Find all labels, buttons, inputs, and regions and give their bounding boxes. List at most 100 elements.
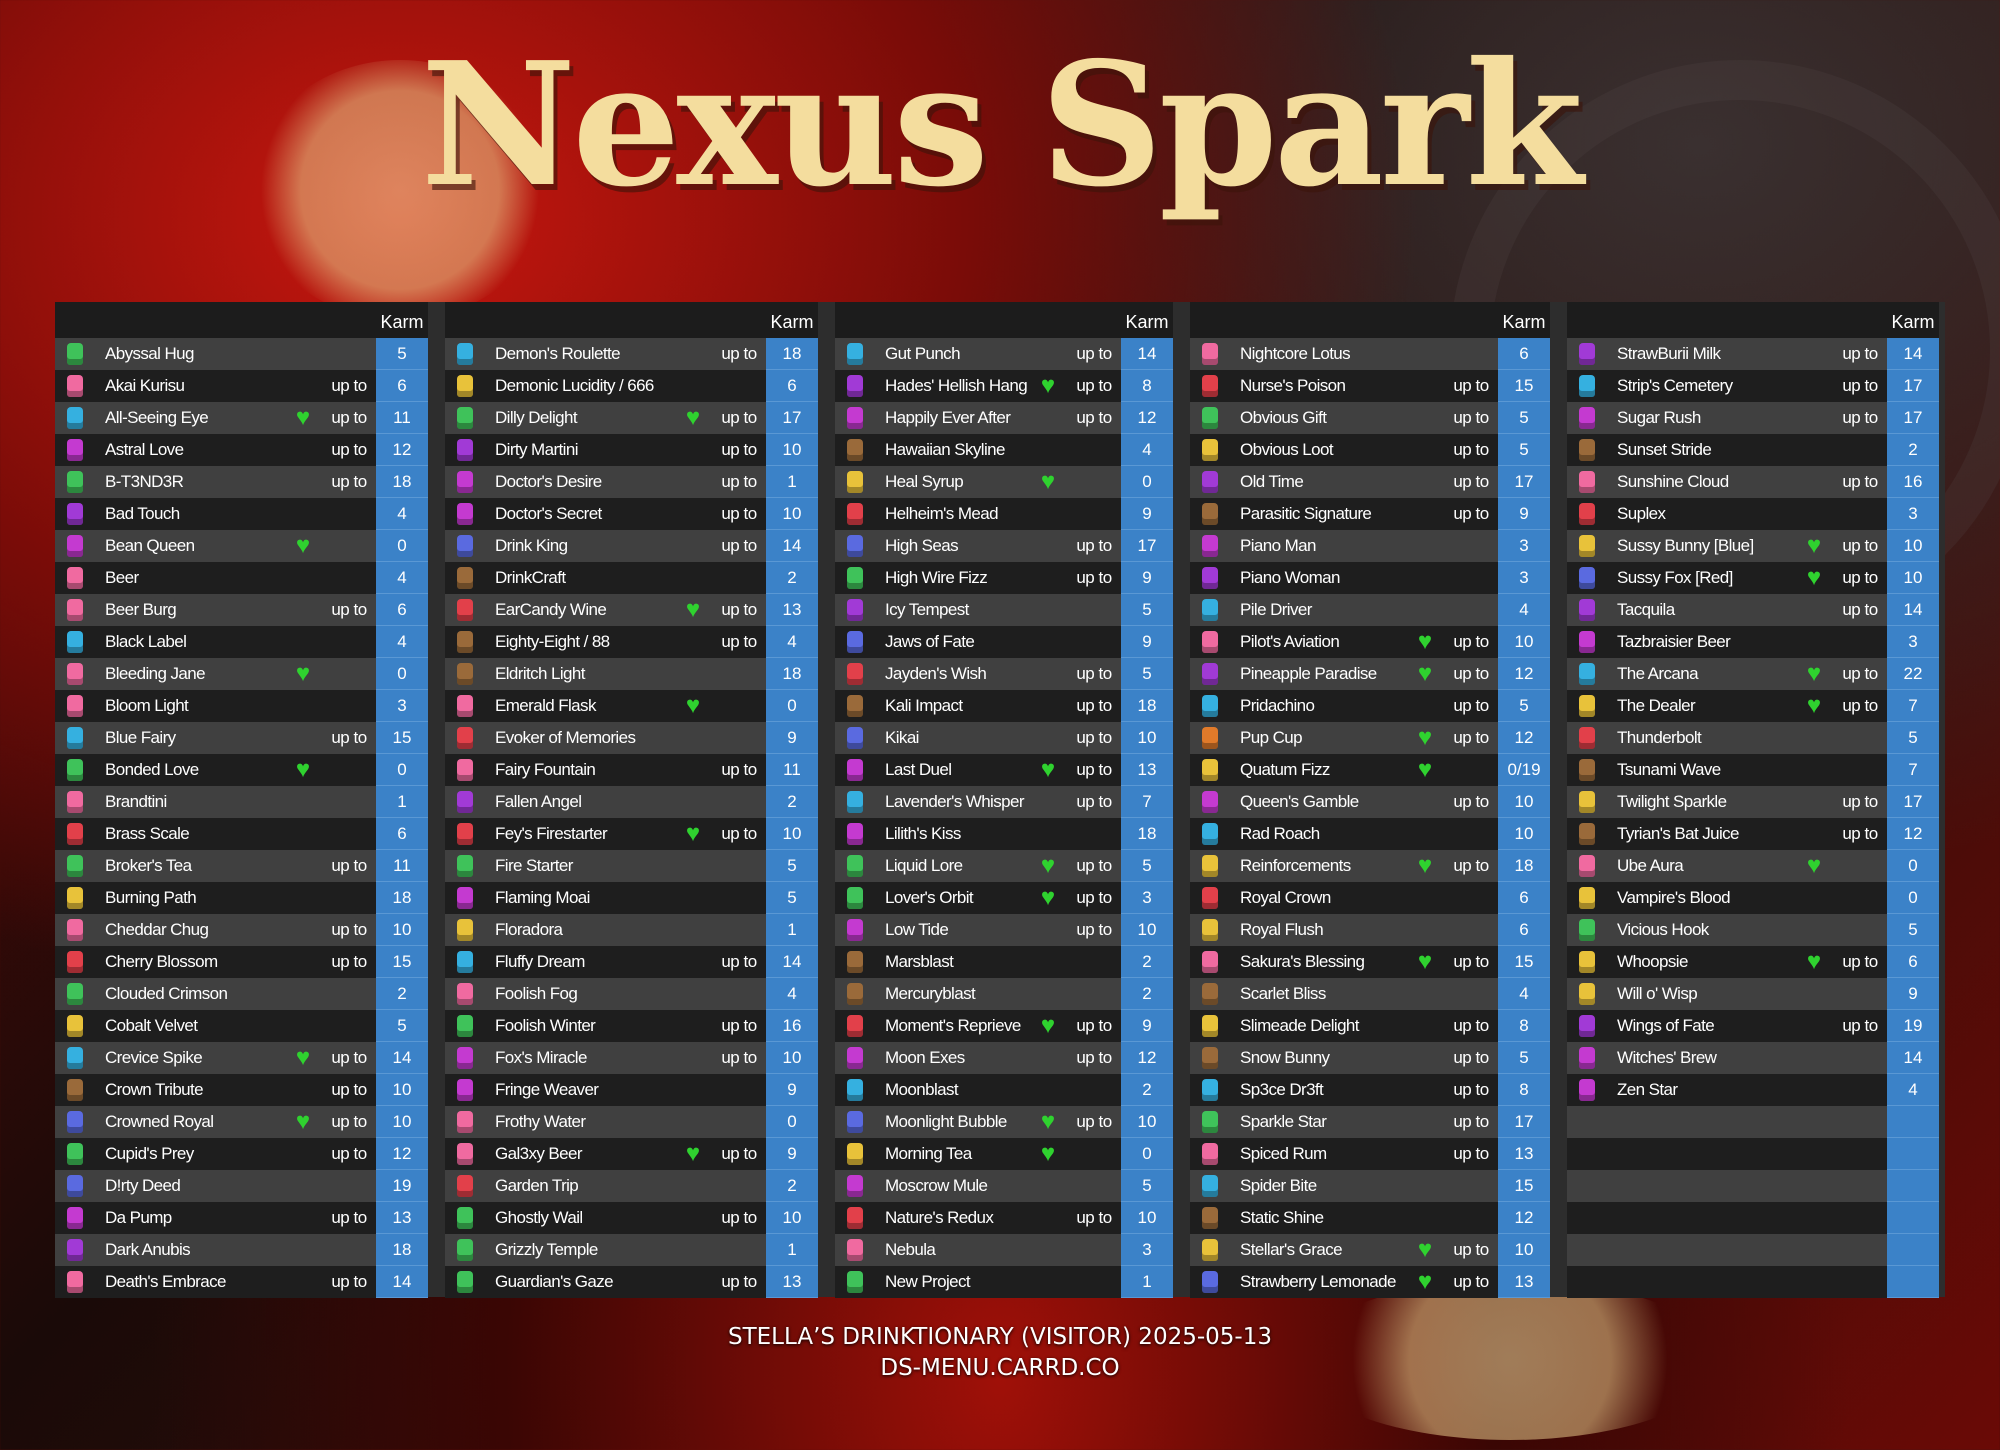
drink-row[interactable]: Zen Star 4 — [1567, 1074, 1939, 1106]
drink-row[interactable]: D!rty Deed 19 — [55, 1170, 428, 1202]
drink-row[interactable]: Wings of Fate up to 19 — [1567, 1010, 1939, 1042]
drink-row[interactable]: All-Seeing Eye ♥ up to 11 — [55, 402, 428, 434]
drink-row[interactable]: Pridachino up to 5 — [1190, 690, 1550, 722]
drink-row[interactable]: Dilly Delight ♥ up to 17 — [445, 402, 818, 434]
drink-row[interactable]: Witches' Brew 14 — [1567, 1042, 1939, 1074]
drink-row[interactable]: Fallen Angel 2 — [445, 786, 818, 818]
drink-row[interactable]: Suplex 3 — [1567, 498, 1939, 530]
drink-row[interactable]: Astral Love up to 12 — [55, 434, 428, 466]
drink-row[interactable]: Cheddar Chug up to 10 — [55, 914, 428, 946]
drink-row[interactable]: Old Time up to 17 — [1190, 466, 1550, 498]
drink-row[interactable]: Fluffy Dream up to 14 — [445, 946, 818, 978]
drink-row[interactable]: Strip's Cemetery up to 17 — [1567, 370, 1939, 402]
drink-row[interactable]: Flaming Moai 5 — [445, 882, 818, 914]
drink-row[interactable]: Demon's Roulette up to 18 — [445, 338, 818, 370]
drink-row[interactable]: EarCandy Wine ♥ up to 13 — [445, 594, 818, 626]
drink-row[interactable]: Fire Starter 5 — [445, 850, 818, 882]
drink-row[interactable]: Moon Exes up to 12 — [835, 1042, 1173, 1074]
drink-row[interactable]: Strawberry Lemonade ♥ up to 13 — [1190, 1266, 1550, 1298]
drink-row[interactable]: Clouded Crimson 2 — [55, 978, 428, 1010]
drink-row[interactable]: Gal3xy Beer ♥ up to 9 — [445, 1138, 818, 1170]
drink-row[interactable]: Dirty Martini up to 10 — [445, 434, 818, 466]
drink-row[interactable]: Broker's Tea up to 11 — [55, 850, 428, 882]
drink-row[interactable]: Liquid Lore ♥ up to 5 — [835, 850, 1173, 882]
drink-row[interactable]: Queen's Gamble up to 10 — [1190, 786, 1550, 818]
drink-row[interactable]: Brandtini 1 — [55, 786, 428, 818]
drink-row[interactable]: Ghostly Wail up to 10 — [445, 1202, 818, 1234]
drink-row[interactable]: Brass Scale 6 — [55, 818, 428, 850]
drink-row[interactable]: Fairy Fountain up to 11 — [445, 754, 818, 786]
drink-row[interactable]: Garden Trip 2 — [445, 1170, 818, 1202]
drink-row[interactable]: Fey's Firestarter ♥ up to 10 — [445, 818, 818, 850]
drink-row[interactable]: Moment's Reprieve ♥ up to 9 — [835, 1010, 1173, 1042]
drink-row[interactable]: Low Tide up to 10 — [835, 914, 1173, 946]
drink-row[interactable]: Tsunami Wave 7 — [1567, 754, 1939, 786]
drink-row[interactable]: Cupid's Prey up to 12 — [55, 1138, 428, 1170]
drink-row[interactable]: Lavender's Whisper up to 7 — [835, 786, 1173, 818]
drink-row[interactable]: Vicious Hook 5 — [1567, 914, 1939, 946]
drink-row[interactable]: Dark Anubis 18 — [55, 1234, 428, 1266]
drink-row[interactable]: The Arcana ♥ up to 22 — [1567, 658, 1939, 690]
drink-row[interactable]: Lilith's Kiss 18 — [835, 818, 1173, 850]
drink-row[interactable]: Vampire's Blood 0 — [1567, 882, 1939, 914]
drink-row[interactable]: Blue Fairy up to 15 — [55, 722, 428, 754]
drink-row[interactable]: Piano Man 3 — [1190, 530, 1550, 562]
drink-row[interactable]: Sussy Bunny [Blue] ♥ up to 10 — [1567, 530, 1939, 562]
drink-row[interactable]: Kikai up to 10 — [835, 722, 1173, 754]
drink-row[interactable]: Scarlet Bliss 4 — [1190, 978, 1550, 1010]
drink-row[interactable]: Pilot's Aviation ♥ up to 10 — [1190, 626, 1550, 658]
drink-row[interactable]: Stellar's Grace ♥ up to 10 — [1190, 1234, 1550, 1266]
drink-row[interactable]: Emerald Flask ♥ 0 — [445, 690, 818, 722]
drink-row[interactable]: Thunderbolt 5 — [1567, 722, 1939, 754]
drink-row[interactable]: Nightcore Lotus 6 — [1190, 338, 1550, 370]
drink-row[interactable]: Slimeade Delight up to 8 — [1190, 1010, 1550, 1042]
drink-row[interactable]: Nebula 3 — [835, 1234, 1173, 1266]
drink-row[interactable]: Foolish Winter up to 16 — [445, 1010, 818, 1042]
drink-row[interactable]: Reinforcements ♥ up to 18 — [1190, 850, 1550, 882]
drink-row[interactable]: Floradora 1 — [445, 914, 818, 946]
drink-row[interactable]: Hades' Hellish Hang ♥ up to 8 — [835, 370, 1173, 402]
drink-row[interactable]: Grizzly Temple 1 — [445, 1234, 818, 1266]
drink-row[interactable]: Evoker of Memories 9 — [445, 722, 818, 754]
drink-row[interactable]: The Dealer ♥ up to 7 — [1567, 690, 1939, 722]
drink-row[interactable]: Rad Roach 10 — [1190, 818, 1550, 850]
drink-row[interactable]: Twilight Sparkle up to 17 — [1567, 786, 1939, 818]
drink-row[interactable]: B-T3ND3R up to 18 — [55, 466, 428, 498]
drink-row[interactable]: Crevice Spike ♥ up to 14 — [55, 1042, 428, 1074]
drink-row[interactable]: Doctor's Desire up to 1 — [445, 466, 818, 498]
drink-row[interactable]: Pineapple Paradise ♥ up to 12 — [1190, 658, 1550, 690]
drink-row[interactable]: Spiced Rum up to 13 — [1190, 1138, 1550, 1170]
drink-row[interactable]: Obvious Loot up to 5 — [1190, 434, 1550, 466]
drink-row[interactable]: Moonlight Bubble ♥ up to 10 — [835, 1106, 1173, 1138]
footer-url[interactable]: DS-MENU.CARRD.CO — [0, 1353, 2000, 1384]
drink-row[interactable]: Marsblast 2 — [835, 946, 1173, 978]
drink-row[interactable]: Sussy Fox [Red] ♥ up to 10 — [1567, 562, 1939, 594]
drink-row[interactable]: Royal Flush 6 — [1190, 914, 1550, 946]
drink-row[interactable]: Last Duel ♥ up to 13 — [835, 754, 1173, 786]
drink-row[interactable]: Sparkle Star up to 17 — [1190, 1106, 1550, 1138]
drink-row[interactable]: Pup Cup ♥ up to 12 — [1190, 722, 1550, 754]
drink-row[interactable]: Obvious Gift up to 5 — [1190, 402, 1550, 434]
drink-row[interactable]: Abyssal Hug 5 — [55, 338, 428, 370]
drink-row[interactable]: Tyrian's Bat Juice up to 12 — [1567, 818, 1939, 850]
drink-row[interactable]: Will o' Wisp 9 — [1567, 978, 1939, 1010]
drink-row[interactable]: Heal Syrup ♥ 0 — [835, 466, 1173, 498]
drink-row[interactable]: Da Pump up to 13 — [55, 1202, 428, 1234]
drink-row[interactable]: Crown Tribute up to 10 — [55, 1074, 428, 1106]
drink-row[interactable]: Happily Ever After up to 12 — [835, 402, 1173, 434]
drink-row[interactable]: New Project 1 — [835, 1266, 1173, 1298]
drink-row[interactable]: Nature's Redux up to 10 — [835, 1202, 1173, 1234]
drink-row[interactable]: Jaws of Fate 9 — [835, 626, 1173, 658]
drink-row[interactable]: Eighty-Eight / 88 up to 4 — [445, 626, 818, 658]
drink-row[interactable]: High Seas up to 17 — [835, 530, 1173, 562]
drink-row[interactable]: Tacquila up to 14 — [1567, 594, 1939, 626]
drink-row[interactable]: Tazbraisier Beer 3 — [1567, 626, 1939, 658]
drink-row[interactable]: Fringe Weaver 9 — [445, 1074, 818, 1106]
drink-row[interactable]: Bean Queen ♥ 0 — [55, 530, 428, 562]
drink-row[interactable]: High Wire Fizz up to 9 — [835, 562, 1173, 594]
drink-row[interactable]: Royal Crown 6 — [1190, 882, 1550, 914]
drink-row[interactable]: Quatum Fizz ♥ 0/19 — [1190, 754, 1550, 786]
drink-row[interactable]: Guardian's Gaze up to 13 — [445, 1266, 818, 1298]
drink-row[interactable]: Sugar Rush up to 17 — [1567, 402, 1939, 434]
drink-row[interactable]: Burning Path 18 — [55, 882, 428, 914]
